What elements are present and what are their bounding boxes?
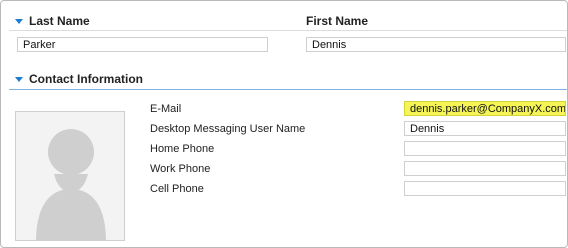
desktop-messaging-user-name-input[interactable]: Dennis <box>404 121 566 136</box>
first-name-header-label: First Name <box>306 14 369 28</box>
last-name-value: Parker <box>23 39 56 51</box>
name-divider <box>9 30 567 31</box>
last-name-header[interactable]: Last Name <box>15 14 90 28</box>
triangle-down-icon[interactable] <box>15 77 23 82</box>
email-input[interactable]: dennis.parker@CompanyX.com <box>404 101 566 116</box>
desktop-messaging-user-name-value: Dennis <box>410 123 445 135</box>
contact-information-header[interactable]: Contact Information <box>15 72 143 86</box>
contact-details-panel: Last Name First Name Parker Dennis Conta… <box>0 0 568 248</box>
email-label: E-Mail <box>150 103 182 115</box>
triangle-down-icon[interactable] <box>15 19 23 24</box>
last-name-header-label: Last Name <box>29 14 90 28</box>
home-phone-input[interactable] <box>404 141 566 156</box>
first-name-header: First Name <box>306 14 368 28</box>
avatar[interactable] <box>15 111 125 241</box>
home-phone-label: Home Phone <box>150 143 215 155</box>
last-name-input[interactable]: Parker <box>17 37 268 52</box>
contact-divider <box>9 89 567 90</box>
cell-phone-label: Cell Phone <box>150 183 204 195</box>
first-name-value: Dennis <box>312 39 347 51</box>
contact-information-header-label: Contact Information <box>29 72 143 86</box>
person-silhouette-icon <box>16 112 124 240</box>
work-phone-label: Work Phone <box>150 163 211 175</box>
desktop-messaging-user-name-label: Desktop Messaging User Name <box>150 123 306 135</box>
first-name-input[interactable]: Dennis <box>306 37 566 52</box>
work-phone-input[interactable] <box>404 161 566 176</box>
email-value: dennis.parker@CompanyX.com <box>410 103 566 115</box>
cell-phone-input[interactable] <box>404 181 566 196</box>
